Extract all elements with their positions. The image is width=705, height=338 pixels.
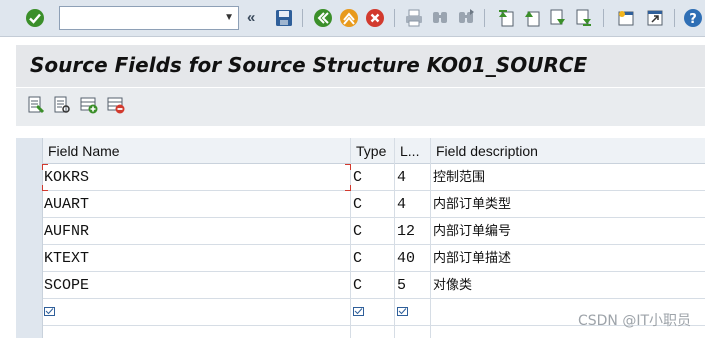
field-name-cell[interactable]: KOKRS [43, 164, 348, 191]
table-row[interactable]: AUART C 4 内部订单类型 [43, 191, 705, 218]
type-cell[interactable]: C [352, 218, 392, 245]
description-cell[interactable]: 内部订单编号 [432, 218, 702, 245]
title-bar: Source Fields for Source Structure KO01_… [16, 45, 705, 87]
separator [603, 9, 604, 27]
delete-row-icon[interactable] [107, 96, 125, 114]
find-icon[interactable] [430, 8, 450, 28]
page-title: Source Fields for Source Structure KO01_… [30, 53, 588, 77]
display-change-icon[interactable] [27, 96, 45, 114]
system-toolbar: ▼ « ? [0, 0, 705, 37]
command-dropdown-icon[interactable]: ▼ [224, 12, 234, 24]
fields-table: Field Name Type L... Field description K… [16, 138, 705, 338]
field-name-cell[interactable] [43, 299, 348, 326]
description-cell[interactable]: 内部订单类型 [432, 191, 702, 218]
first-page-icon[interactable] [496, 8, 516, 28]
save-icon[interactable] [274, 8, 294, 28]
application-toolbar [16, 88, 705, 126]
watermark: CSDN @IT小职员 [577, 313, 691, 329]
length-cell[interactable] [396, 299, 428, 326]
table-row[interactable]: KTEXT C 40 内部订单描述 [43, 245, 705, 272]
help-icon[interactable]: ? [683, 8, 703, 28]
column-header-length[interactable]: L... [395, 138, 431, 164]
length-cell[interactable]: 12 [396, 218, 428, 245]
new-session-icon[interactable] [616, 8, 636, 28]
table-row[interactable]: KOKRS C 4 控制范围 [43, 164, 705, 191]
input-marker-icon [353, 307, 364, 317]
svg-text:?: ? [689, 12, 697, 27]
type-cell[interactable]: C [352, 191, 392, 218]
length-cell[interactable]: 5 [396, 272, 428, 299]
field-name-cell[interactable]: AUFNR [43, 218, 348, 245]
length-cell[interactable]: 4 [396, 164, 428, 191]
length-cell[interactable]: 4 [396, 191, 428, 218]
ok-checkmark-icon[interactable] [25, 8, 45, 28]
print-icon[interactable] [404, 8, 424, 28]
column-header-field-name[interactable]: Field Name [43, 138, 351, 164]
prev-page-icon[interactable] [522, 8, 542, 28]
field-name-cell[interactable]: SCOPE [43, 272, 348, 299]
separator [302, 9, 303, 27]
collapse-icon[interactable]: « [247, 8, 267, 28]
table-row[interactable]: AUFNR C 12 内部订单编号 [43, 218, 705, 245]
separator [394, 9, 395, 27]
type-cell[interactable]: C [352, 272, 392, 299]
row-selector-column[interactable] [16, 138, 43, 338]
table-row[interactable]: SCOPE C 5 对像类 [43, 272, 705, 299]
column-header-type[interactable]: Type [351, 138, 395, 164]
type-cell[interactable] [352, 299, 392, 326]
focus-bracket [345, 164, 351, 170]
input-marker-icon [44, 307, 55, 317]
type-cell[interactable]: C [352, 245, 392, 272]
type-cell[interactable]: C [352, 164, 392, 191]
description-cell[interactable]: 内部订单描述 [432, 245, 702, 272]
field-name-cell[interactable]: AUART [43, 191, 348, 218]
insert-row-icon[interactable] [80, 96, 98, 114]
field-name-cell[interactable]: KTEXT [43, 245, 348, 272]
back-icon[interactable] [313, 8, 333, 28]
shortcut-icon[interactable] [645, 8, 665, 28]
next-page-icon[interactable] [548, 8, 568, 28]
input-marker-icon [397, 307, 408, 317]
last-page-icon[interactable] [574, 8, 594, 28]
exit-icon[interactable] [339, 8, 359, 28]
details-icon[interactable] [53, 96, 71, 114]
description-cell[interactable]: 控制范围 [432, 164, 702, 191]
find-next-icon[interactable] [456, 8, 476, 28]
cancel-icon[interactable] [365, 8, 385, 28]
command-field[interactable]: ▼ [59, 6, 239, 30]
separator [674, 9, 675, 27]
description-cell[interactable]: 对像类 [432, 272, 702, 299]
length-cell[interactable]: 40 [396, 245, 428, 272]
separator [484, 9, 485, 27]
column-header-description[interactable]: Field description [431, 138, 705, 164]
focus-bracket [42, 164, 48, 170]
command-input[interactable] [64, 8, 218, 30]
